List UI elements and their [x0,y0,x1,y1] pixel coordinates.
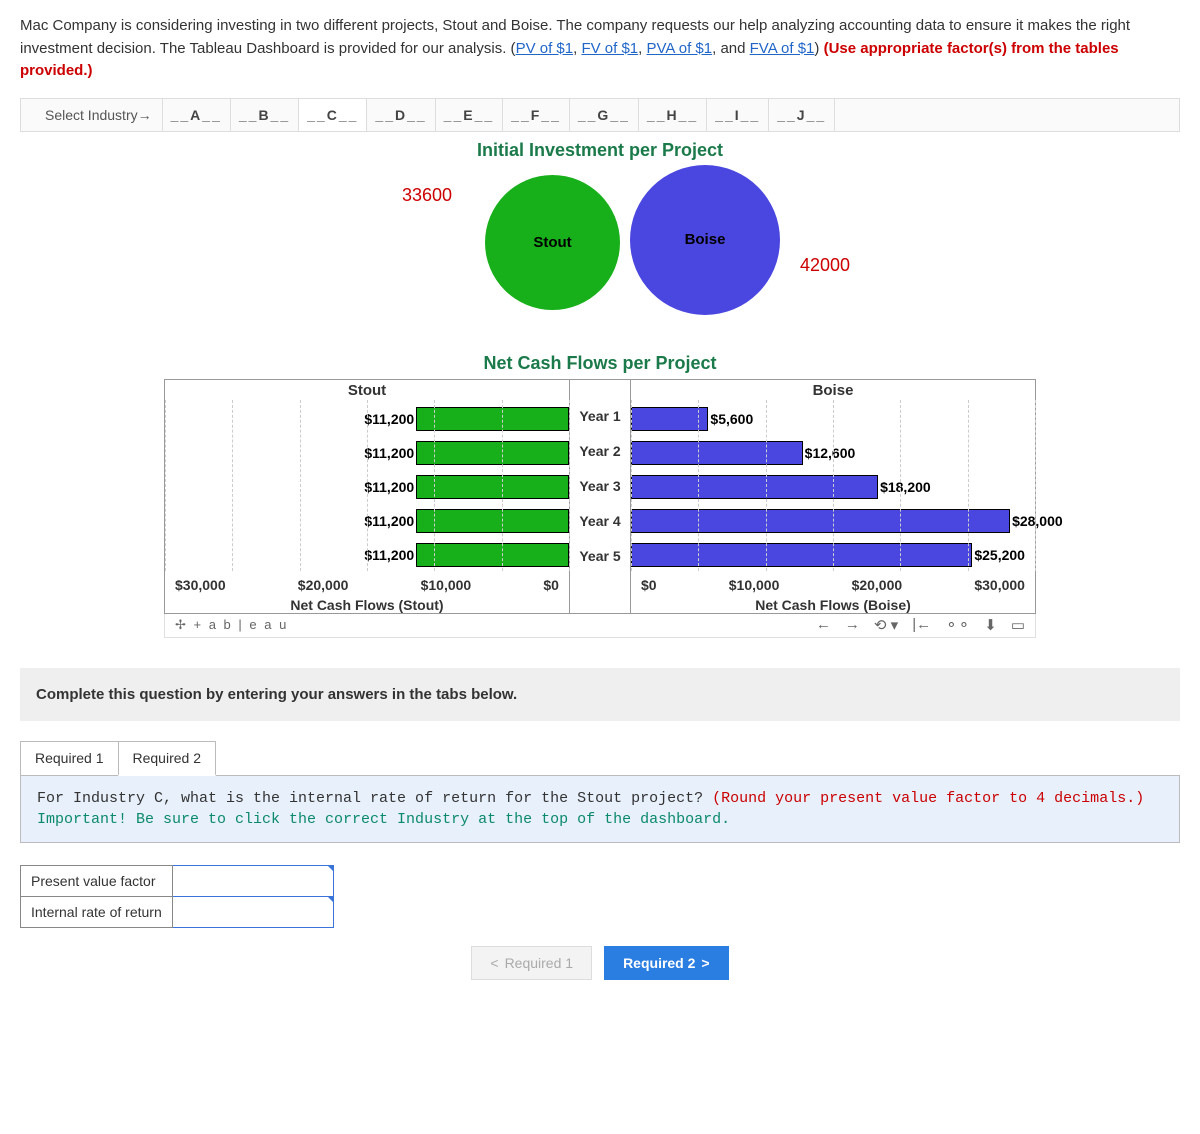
chart-title-invest: Initial Investment per Project [20,140,1180,161]
intro-text: Mac Company is considering investing in … [20,15,1180,83]
stout-bar[interactable] [416,509,569,533]
stout-bar[interactable] [416,407,569,431]
industry-label: Select Industry→ [21,99,163,131]
axis-tick: $10,000 [421,577,472,593]
link-fva[interactable]: FVA of $1 [750,40,815,57]
boise-bar[interactable] [631,543,972,567]
input-pvf[interactable] [172,865,333,896]
axis-tick: $0 [543,577,559,593]
boise-amount-annotation: 42000 [800,255,850,276]
chevron-left-icon: < [490,955,498,971]
tab-e[interactable]: __E__ [436,99,503,131]
link-pv[interactable]: PV of $1 [516,40,574,57]
answer-table: Present value factor Internal rate of re… [20,865,334,928]
tab-c[interactable]: __C__ [299,99,367,131]
year-label: Year 4 [570,504,630,539]
stout-bar[interactable] [416,543,569,567]
instruction-box: Complete this question by entering your … [20,668,1180,721]
tab-required-1[interactable]: Required 1 [20,741,119,776]
investment-circles: 33600 42000 Stout Boise [250,165,950,345]
stout-bar[interactable] [416,441,569,465]
boise-bar[interactable] [631,475,878,499]
tab-required-2[interactable]: Required 2 [118,741,217,776]
nav-back-icon[interactable]: ← [816,616,831,634]
boise-bar-label: $25,200 [974,547,1025,563]
stout-bar-label: $11,200 [364,479,414,495]
tab-j[interactable]: __J__ [769,99,835,131]
boise-bar-label: $12,600 [805,445,856,461]
tableau-footer: ✢ + a b | e a u ← → ⟲ ▾ |← ⚬⚬ ⬇ ▭ [164,614,1036,638]
year-label: Year 3 [570,469,630,504]
revert-icon[interactable]: ⟲ ▾ [874,616,898,634]
boise-bar[interactable] [631,509,1010,533]
chevron-right-icon: > [701,955,709,971]
reset-icon[interactable]: |← [912,616,931,634]
industry-tab-bar: Select Industry→ __A__ __B__ __C__ __D__… [20,98,1180,132]
tab-h[interactable]: __H__ [639,99,707,131]
required-tabs: Required 1 Required 2 [20,741,1180,776]
axis-tick: $30,000 [974,577,1025,593]
download-icon[interactable]: ⬇ [984,616,997,634]
boise-bar[interactable] [631,441,803,465]
tab-d[interactable]: __D__ [367,99,435,131]
stout-axis-title: Net Cash Flows (Stout) [165,593,569,613]
boise-bar-label: $28,000 [1012,513,1063,529]
stout-bar-label: $11,200 [364,547,414,563]
axis-tick: $0 [641,577,657,593]
row-irr-label: Internal rate of return [21,896,173,927]
axis-tick: $10,000 [729,577,780,593]
year-label: Year 1 [570,399,630,434]
chart-title-cashflow: Net Cash Flows per Project [20,353,1180,374]
question-body: For Industry C, what is the internal rat… [20,775,1180,843]
boise-bar-label: $18,200 [880,479,931,495]
boise-bar[interactable] [631,407,708,431]
axis-tick: $30,000 [175,577,226,593]
axis-tick: $20,000 [852,577,903,593]
link-pva[interactable]: PVA of $1 [647,40,713,57]
year-label: Year 2 [570,434,630,469]
share-icon[interactable]: ⚬⚬ [945,616,970,634]
input-irr[interactable] [172,896,333,927]
year-label: Year 5 [570,539,630,574]
tab-a[interactable]: __A__ [163,99,231,131]
nav-fwd-icon[interactable]: → [845,616,860,634]
btn-next-required[interactable]: Required 2> [604,946,729,980]
boise-axis-title: Net Cash Flows (Boise) [631,593,1035,613]
btn-prev-required[interactable]: <Required 1 [471,946,592,980]
stout-bar-label: $11,200 [364,411,414,427]
fullscreen-icon[interactable]: ▭ [1011,616,1025,634]
boise-circle[interactable]: Boise [630,165,780,315]
cashflow-chart: Stout $11,200 $11,200 $11,200 $11,200 $11,20… [164,379,1036,614]
link-fv[interactable]: FV of $1 [581,40,638,57]
axis-tick: $20,000 [298,577,349,593]
boise-col-head: Boise [631,380,1035,399]
tableau-logo: ✢ + a b | e a u [175,617,288,633]
stout-circle[interactable]: Stout [485,175,620,310]
tab-g[interactable]: __G__ [570,99,639,131]
stout-bar-label: $11,200 [364,513,414,529]
boise-bar-label: $5,600 [710,411,753,427]
tab-b[interactable]: __B__ [231,99,299,131]
stout-bar-label: $11,200 [364,445,414,461]
stout-col-head: Stout [165,380,569,399]
stout-amount-annotation: 33600 [402,185,452,206]
row-pvf-label: Present value factor [21,865,173,896]
tab-f[interactable]: __F__ [503,99,570,131]
stout-bar[interactable] [416,475,569,499]
tab-i[interactable]: __I__ [707,99,769,131]
